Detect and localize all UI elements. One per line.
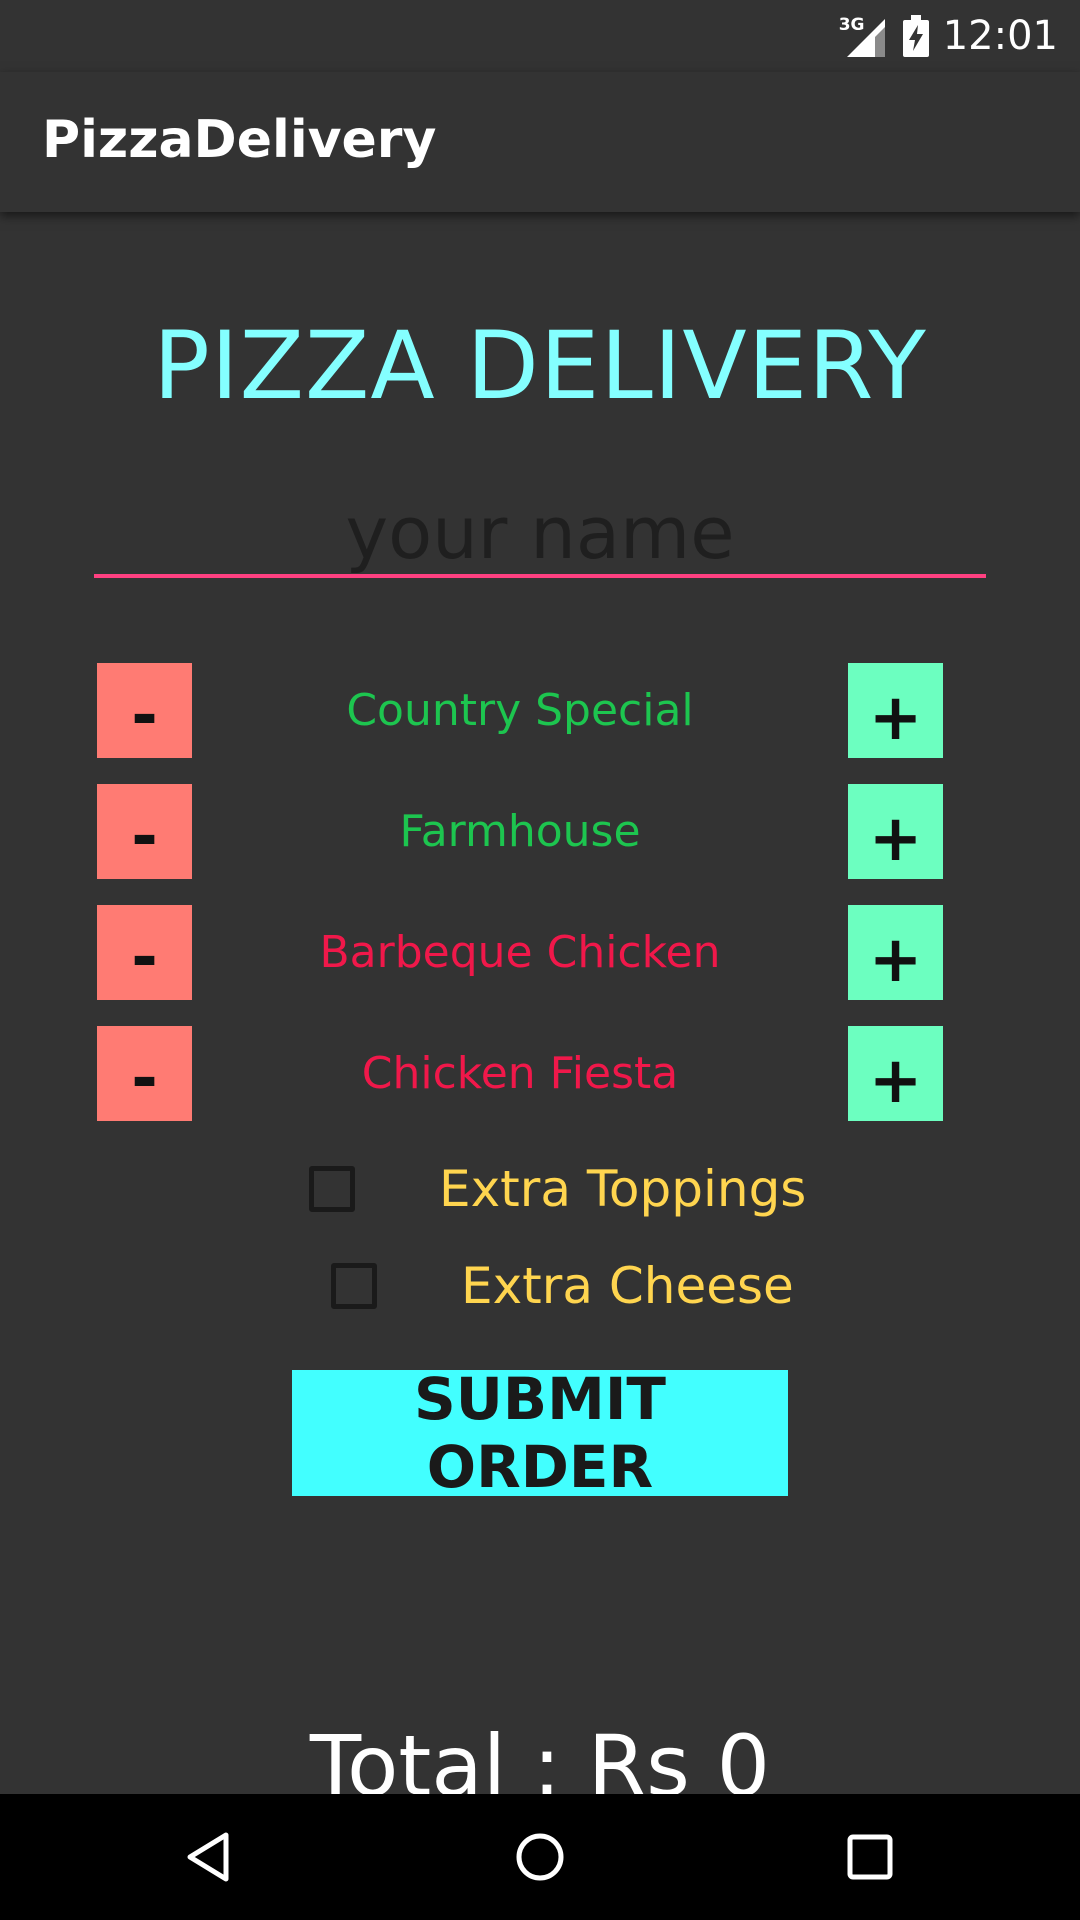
extra-toppings-row[interactable]: Extra Toppings — [309, 1159, 806, 1219]
signal-icon: 3G — [839, 13, 889, 59]
name-input[interactable] — [94, 492, 986, 578]
pizza-name: Chicken Fiesta — [361, 1048, 679, 1099]
pizza-row-country-special: - Country Special + — [97, 663, 943, 758]
decrease-country-special-button[interactable]: - — [97, 663, 192, 758]
pizza-name: Barbeque Chicken — [319, 927, 721, 978]
extra-toppings-label[interactable]: Extra Toppings — [439, 1160, 806, 1218]
extra-cheese-checkbox[interactable] — [331, 1263, 377, 1309]
increase-barbeque-chicken-button[interactable]: + — [848, 905, 943, 1000]
total-price: Total : Rs 0 — [309, 1717, 771, 1794]
main-content: PIZZA DELIVERY - Country Special + - Far… — [0, 212, 1080, 1794]
app-bar: PizzaDelivery — [0, 72, 1080, 212]
navigation-bar — [0, 1794, 1080, 1920]
decrease-chicken-fiesta-button[interactable]: - — [97, 1026, 192, 1121]
increase-farmhouse-button[interactable]: + — [848, 784, 943, 879]
home-icon[interactable] — [510, 1827, 570, 1887]
extra-cheese-row[interactable]: Extra Cheese — [331, 1256, 794, 1316]
clock: 12:01 — [942, 13, 1058, 59]
pizza-row-farmhouse: - Farmhouse + — [97, 784, 943, 879]
pizza-name: Country Special — [346, 685, 694, 736]
battery-charging-icon — [902, 15, 929, 57]
submit-order-button[interactable]: SUBMIT ORDER — [292, 1365, 788, 1501]
back-icon[interactable] — [180, 1827, 240, 1887]
increase-chicken-fiesta-button[interactable]: + — [848, 1026, 943, 1121]
extra-toppings-checkbox[interactable] — [309, 1166, 355, 1212]
decrease-barbeque-chicken-button[interactable]: - — [97, 905, 192, 1000]
increase-country-special-button[interactable]: + — [848, 663, 943, 758]
page-heading: PIZZA DELIVERY — [153, 312, 927, 421]
pizza-row-barbeque-chicken: - Barbeque Chicken + — [97, 905, 943, 1000]
app-title: PizzaDelivery — [42, 110, 437, 170]
extra-cheese-label[interactable]: Extra Cheese — [461, 1257, 794, 1315]
status-icons: 3G 12:01 — [839, 10, 1058, 62]
decrease-farmhouse-button[interactable]: - — [97, 784, 192, 879]
pizza-name: Farmhouse — [399, 806, 641, 857]
recents-icon[interactable] — [840, 1827, 900, 1887]
status-bar: 3G 12:01 — [0, 0, 1080, 72]
pizza-row-chicken-fiesta: - Chicken Fiesta + — [97, 1026, 943, 1121]
